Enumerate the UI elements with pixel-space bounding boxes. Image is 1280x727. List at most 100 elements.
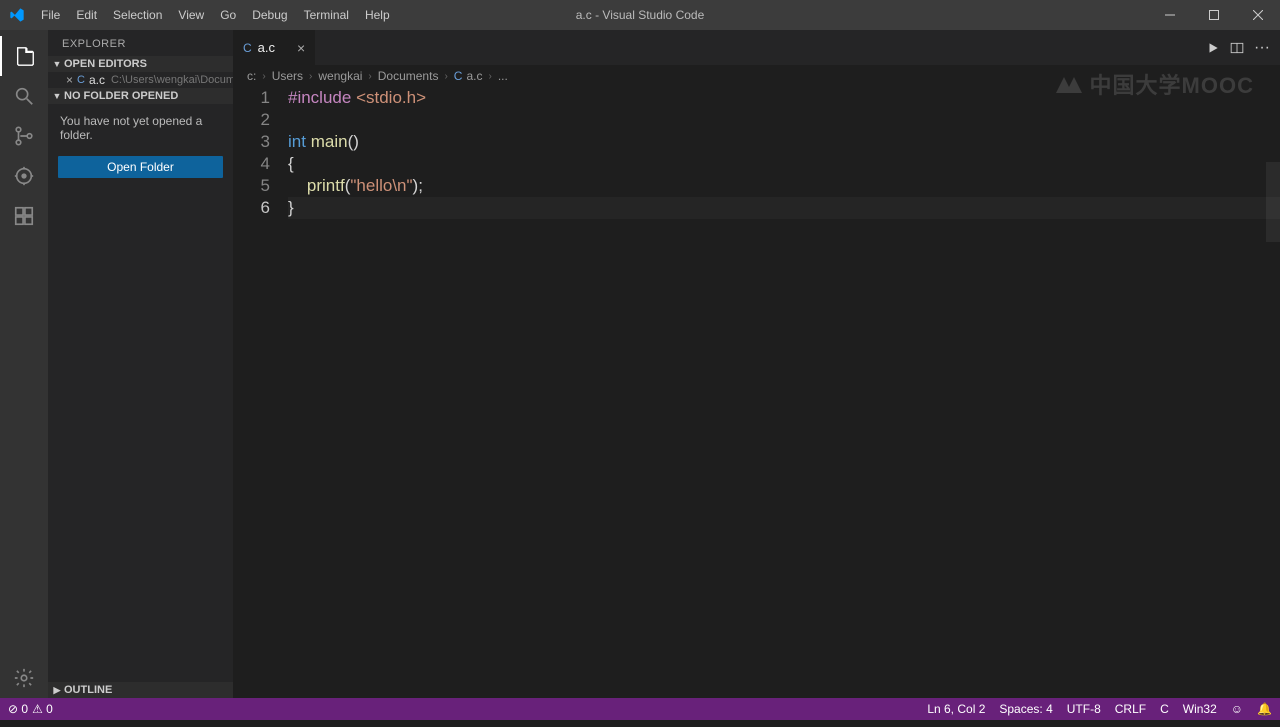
- no-folder-label: NO FOLDER OPENED: [64, 90, 178, 102]
- status-warnings[interactable]: ⚠ 0: [32, 702, 53, 716]
- line-numbers: 123456: [233, 87, 288, 698]
- more-actions-icon[interactable]: ···: [1254, 39, 1270, 57]
- chevron-down-icon: ▼: [50, 91, 64, 101]
- code-line[interactable]: printf("hello\n");: [288, 175, 1280, 197]
- settings-gear-icon[interactable]: [0, 658, 48, 698]
- token-type: int: [288, 132, 306, 151]
- breadcrumb-lang: C: [454, 69, 463, 83]
- line-number: 2: [233, 109, 270, 131]
- menu-help[interactable]: Help: [358, 0, 397, 30]
- token-punct: [288, 176, 307, 195]
- menu-go[interactable]: Go: [213, 0, 243, 30]
- menu-view[interactable]: View: [171, 0, 211, 30]
- outline-header[interactable]: ▶ OUTLINE: [48, 682, 233, 698]
- line-number: 4: [233, 153, 270, 175]
- open-folder-button[interactable]: Open Folder: [58, 156, 223, 178]
- breadcrumbs[interactable]: c: › Users › wengkai › Documents › C a.c ›...: [233, 65, 1280, 87]
- maximize-button[interactable]: [1192, 0, 1236, 30]
- no-folder-message: You have not yet opened a folder.: [48, 104, 233, 152]
- token-func: printf: [307, 176, 345, 195]
- chevron-down-icon: ▼: [50, 59, 64, 69]
- explorer-sidebar: EXPLORER ▼ OPEN EDITORS × C a.c C:\Users…: [48, 30, 233, 698]
- outline-label: OUTLINE: [64, 684, 112, 696]
- line-number: 3: [233, 131, 270, 153]
- status-encoding[interactable]: UTF-8: [1067, 702, 1101, 716]
- chevron-right-icon: ›: [309, 71, 312, 82]
- token-func: main: [311, 132, 348, 151]
- open-editors-label: OPEN EDITORS: [64, 58, 147, 70]
- editor-tabs: C a.c × ···: [233, 30, 1280, 65]
- token-punct: {: [288, 154, 294, 173]
- line-number: 5: [233, 175, 270, 197]
- run-icon[interactable]: [1206, 41, 1220, 55]
- chevron-right-icon: ▶: [50, 685, 64, 696]
- line-number: 6: [233, 197, 270, 219]
- search-icon[interactable]: [0, 76, 48, 116]
- code-line[interactable]: int main(): [288, 131, 1280, 153]
- breadcrumb-segment[interactable]: c:: [247, 69, 256, 83]
- window-controls: [1148, 0, 1280, 30]
- chevron-right-icon: ›: [488, 71, 491, 82]
- menu-edit[interactable]: Edit: [69, 0, 104, 30]
- open-editor-item[interactable]: × C a.c C:\Users\wengkai\Documents: [48, 72, 233, 88]
- code-line[interactable]: [288, 109, 1280, 131]
- status-errors[interactable]: ⊘ 0: [8, 702, 28, 716]
- editor-tab-actions: ···: [1206, 30, 1280, 65]
- status-build[interactable]: Win32: [1183, 702, 1217, 716]
- file-lang-badge: C: [77, 74, 85, 86]
- menu-debug[interactable]: Debug: [245, 0, 294, 30]
- explorer-icon[interactable]: [0, 36, 48, 76]
- no-folder-header[interactable]: ▼ NO FOLDER OPENED: [48, 88, 233, 104]
- menu-file[interactable]: File: [34, 0, 67, 30]
- close-button[interactable]: [1236, 0, 1280, 30]
- vscode-logo-icon: [0, 7, 34, 23]
- line-number: 1: [233, 87, 270, 109]
- editor-tab[interactable]: C a.c ×: [233, 30, 316, 65]
- activity-bar: [0, 30, 48, 698]
- open-editors-header[interactable]: ▼ OPEN EDITORS: [48, 56, 233, 72]
- status-bar: ⊘ 0 ⚠ 0 Ln 6, Col 2 Spaces: 4 UTF-8 CRLF…: [0, 698, 1280, 720]
- menu-terminal[interactable]: Terminal: [297, 0, 356, 30]
- breadcrumb-trail[interactable]: ...: [498, 69, 508, 83]
- tab-close-icon[interactable]: ×: [297, 40, 305, 56]
- breadcrumb-segment[interactable]: Documents: [378, 69, 439, 83]
- token-directive: #include: [288, 88, 351, 107]
- sidebar-title: EXPLORER: [48, 30, 233, 56]
- token-punct: }: [288, 198, 294, 217]
- token-punct: (): [348, 132, 359, 151]
- code-line[interactable]: #include <stdio.h>: [288, 87, 1280, 109]
- menu-bar: FileEditSelectionViewGoDebugTerminalHelp: [34, 0, 397, 30]
- code-line[interactable]: {: [288, 153, 1280, 175]
- chevron-right-icon: ›: [444, 71, 447, 82]
- chevron-right-icon: ›: [262, 71, 265, 82]
- minimize-button[interactable]: [1148, 0, 1192, 30]
- token-punct: );: [413, 176, 423, 195]
- breadcrumb-segment[interactable]: wengkai: [318, 69, 362, 83]
- split-editor-icon[interactable]: [1230, 41, 1244, 55]
- close-editor-icon[interactable]: ×: [66, 73, 73, 87]
- status-indent[interactable]: Spaces: 4: [999, 702, 1052, 716]
- source-control-icon[interactable]: [0, 116, 48, 156]
- title-bar: FileEditSelectionViewGoDebugTerminalHelp…: [0, 0, 1280, 30]
- code-editor[interactable]: 123456 #include <stdio.h>int main(){ pri…: [233, 87, 1280, 698]
- breadcrumb-segment[interactable]: Users: [272, 69, 303, 83]
- token-string: "hello\n": [350, 176, 412, 195]
- chevron-right-icon: ›: [368, 71, 371, 82]
- scroll-thumb[interactable]: [1266, 162, 1280, 242]
- menu-selection[interactable]: Selection: [106, 0, 169, 30]
- status-cursor-position[interactable]: Ln 6, Col 2: [927, 702, 985, 716]
- token-string: <stdio.h>: [356, 88, 426, 107]
- code-line[interactable]: }: [288, 197, 1280, 219]
- tab-lang-badge: C: [243, 41, 252, 55]
- breadcrumb-file[interactable]: a.c: [466, 69, 482, 83]
- status-feedback-icon[interactable]: ☺: [1231, 702, 1243, 716]
- debug-icon[interactable]: [0, 156, 48, 196]
- minimap[interactable]: [1266, 87, 1280, 727]
- status-eol[interactable]: CRLF: [1115, 702, 1146, 716]
- editor-area: C a.c × ··· c: › Users › wengkai › Documents › C…: [233, 30, 1280, 698]
- code-content[interactable]: #include <stdio.h>int main(){ printf("he…: [288, 87, 1280, 698]
- status-language[interactable]: C: [1160, 702, 1169, 716]
- tab-file-name: a.c: [258, 40, 275, 55]
- file-name: a.c: [89, 73, 105, 87]
- extensions-icon[interactable]: [0, 196, 48, 236]
